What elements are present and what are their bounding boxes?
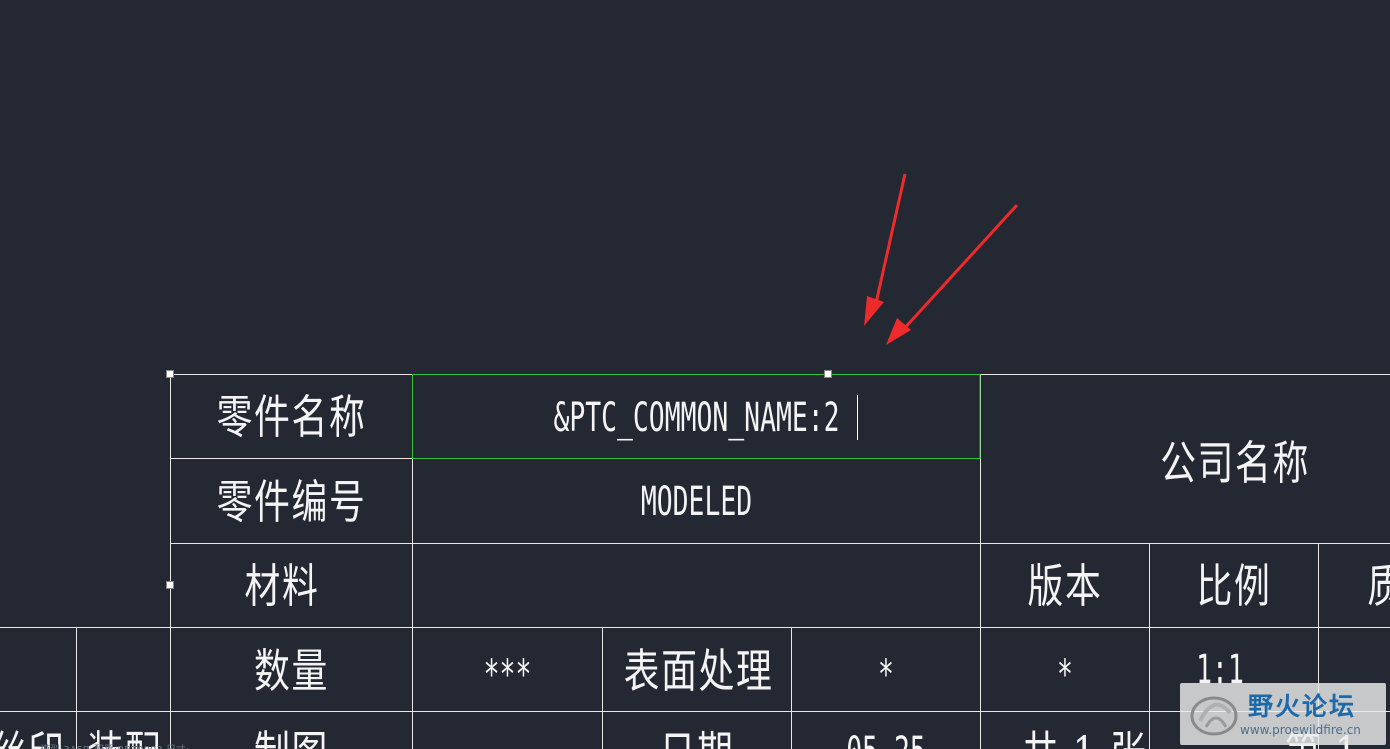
surface-treatment-label: 表面处理 <box>623 644 774 698</box>
quantity-value: *** <box>483 652 532 698</box>
grip-handle-left-mid[interactable] <box>166 581 174 589</box>
grip-handle-top-left[interactable] <box>166 370 174 378</box>
scale-label: 比例 <box>1196 559 1272 613</box>
forum-watermark: 野火论坛 www.proewildfire.cn <box>1180 683 1386 745</box>
quantity-label: 数量 <box>254 644 329 698</box>
title-block-grid <box>0 173 1390 749</box>
drawing-canvas[interactable]: 零件名称 &PTC_COMMON_NAME:2 公司名称 零件编号 MODELE… <box>0 0 1390 749</box>
part-number-value: MODELED <box>640 479 753 525</box>
flame-logo-icon <box>1190 696 1238 736</box>
company-name: 公司名称 <box>1160 436 1310 490</box>
version-value: * <box>1057 652 1073 698</box>
surface-treatment-value: * <box>878 652 894 698</box>
grip-handle-top-mid[interactable] <box>824 370 832 378</box>
part-name-label: 零件名称 <box>216 390 367 444</box>
watermark-url: www.proewildfire.cn <box>1240 723 1361 737</box>
text-cursor <box>857 395 858 440</box>
model-status-text: 模型:3A5P_配置:RBT0003 尺寸: <box>40 741 189 749</box>
drawing-label-partial: 制图 <box>198 730 386 749</box>
material-label: 材料 <box>244 559 320 613</box>
watermark-title: 野火论坛 <box>1248 692 1357 721</box>
sheet-total-partial: 共 1 张 <box>1004 730 1166 749</box>
annotation-arrows <box>864 173 1019 345</box>
part-number-label: 零件编号 <box>216 475 367 529</box>
mass-label: 质 <box>1367 563 1390 609</box>
date-label-partial: 日期 <box>624 730 771 749</box>
part-name-value-field[interactable]: &PTC_COMMON_NAME:2 <box>509 398 883 438</box>
version-label: 版本 <box>1027 559 1103 613</box>
date-value-partial: 05-25 <box>824 732 948 749</box>
